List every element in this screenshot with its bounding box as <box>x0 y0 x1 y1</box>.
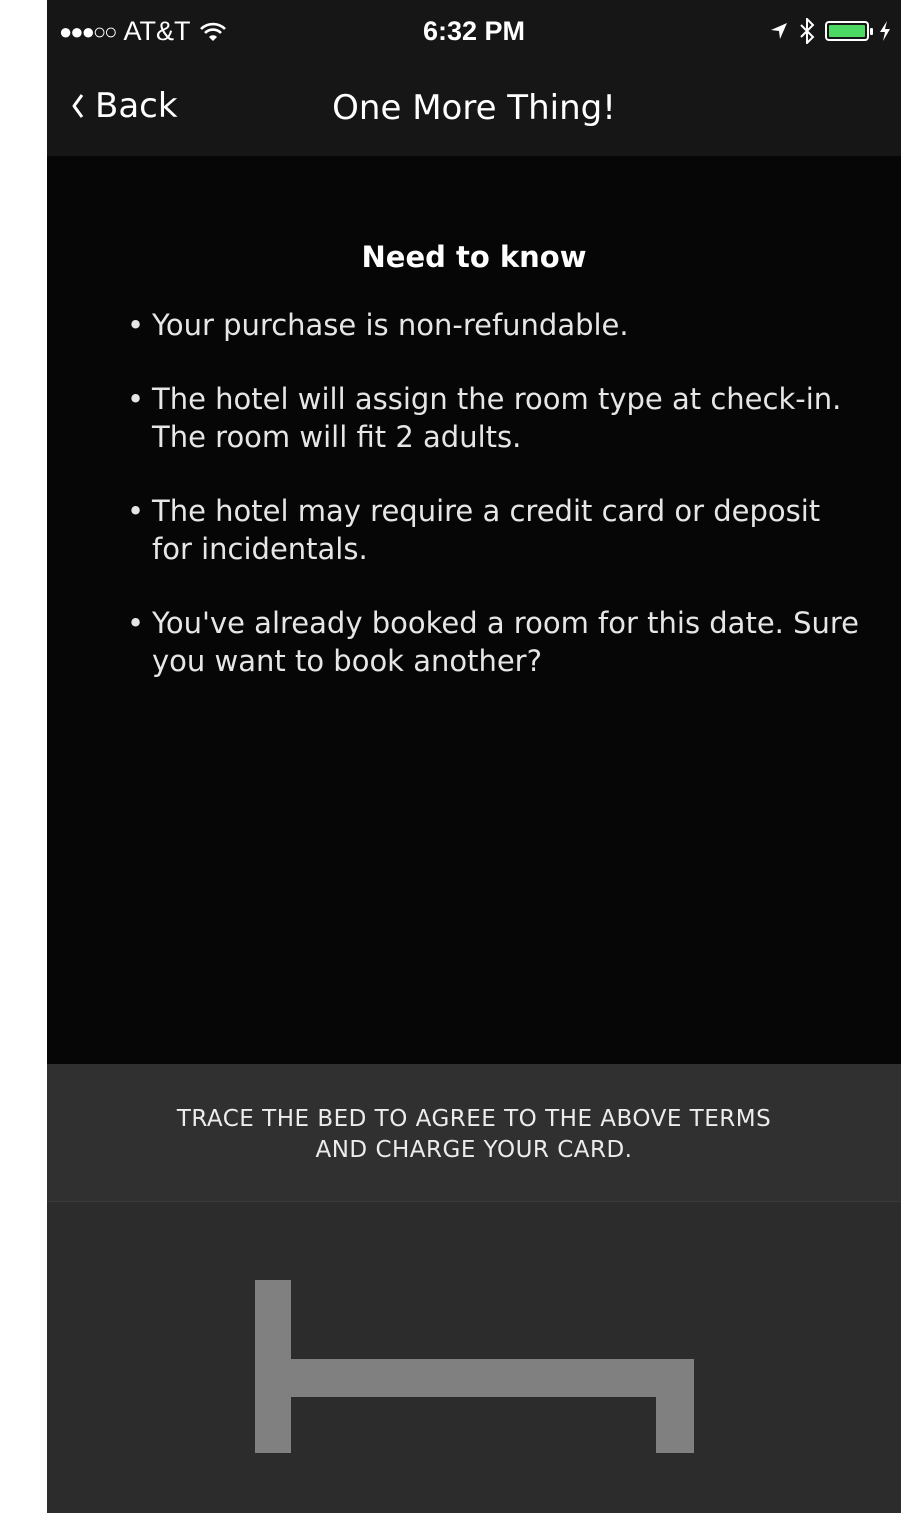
battery-icon <box>825 21 873 41</box>
bullet: • <box>127 308 145 342</box>
terms-heading: Need to know <box>361 240 587 274</box>
terms-item: • Your purchase is non-refundable. <box>127 306 867 344</box>
bullet: • <box>127 606 145 640</box>
navigation-bar: Back One More Thing! <box>47 64 901 156</box>
location-arrow-icon <box>771 23 787 39</box>
terms-item: • The hotel will assign the room type at… <box>127 380 867 456</box>
trace-instruction: TRACE THE BED TO AGREE TO THE ABOVE TERM… <box>47 1064 901 1202</box>
bullet: • <box>127 382 145 416</box>
terms-item-text: You've already booked a room for this da… <box>152 606 860 678</box>
status-right <box>769 18 891 44</box>
page-title: One More Thing! <box>332 88 616 128</box>
bullet: • <box>127 494 145 528</box>
instruction-text: TRACE THE BED TO AGREE TO THE ABOVE TERM… <box>107 1104 841 1166</box>
terms-item-text: The hotel will assign the room type at c… <box>152 382 842 454</box>
battery-level <box>829 25 865 37</box>
terms-item: • You've already booked a room for this … <box>127 604 867 680</box>
bluetooth-icon <box>800 18 815 44</box>
terms-item-text: Your purchase is non-refundable. <box>152 308 629 342</box>
instruction-line-2: AND CHARGE YOUR CARD. <box>315 1137 633 1163</box>
app-screen: ●●●○○ AT&T 6:32 PM Back One More Thing! … <box>47 0 901 1513</box>
status-bar: ●●●○○ AT&T 6:32 PM <box>47 0 901 64</box>
terms-list: • Your purchase is non-refundable. • The… <box>127 306 867 716</box>
bed-icon[interactable] <box>47 1202 901 1513</box>
terms-panel: Need to know • Your purchase is non-refu… <box>47 156 901 1064</box>
terms-item-text: The hotel may require a credit card or d… <box>152 494 821 566</box>
charging-bolt-icon <box>880 21 890 41</box>
bed-trace-area[interactable] <box>47 1202 901 1513</box>
instruction-line-1: TRACE THE BED TO AGREE TO THE ABOVE TERM… <box>176 1106 772 1132</box>
terms-item: • The hotel may require a credit card or… <box>127 492 867 568</box>
